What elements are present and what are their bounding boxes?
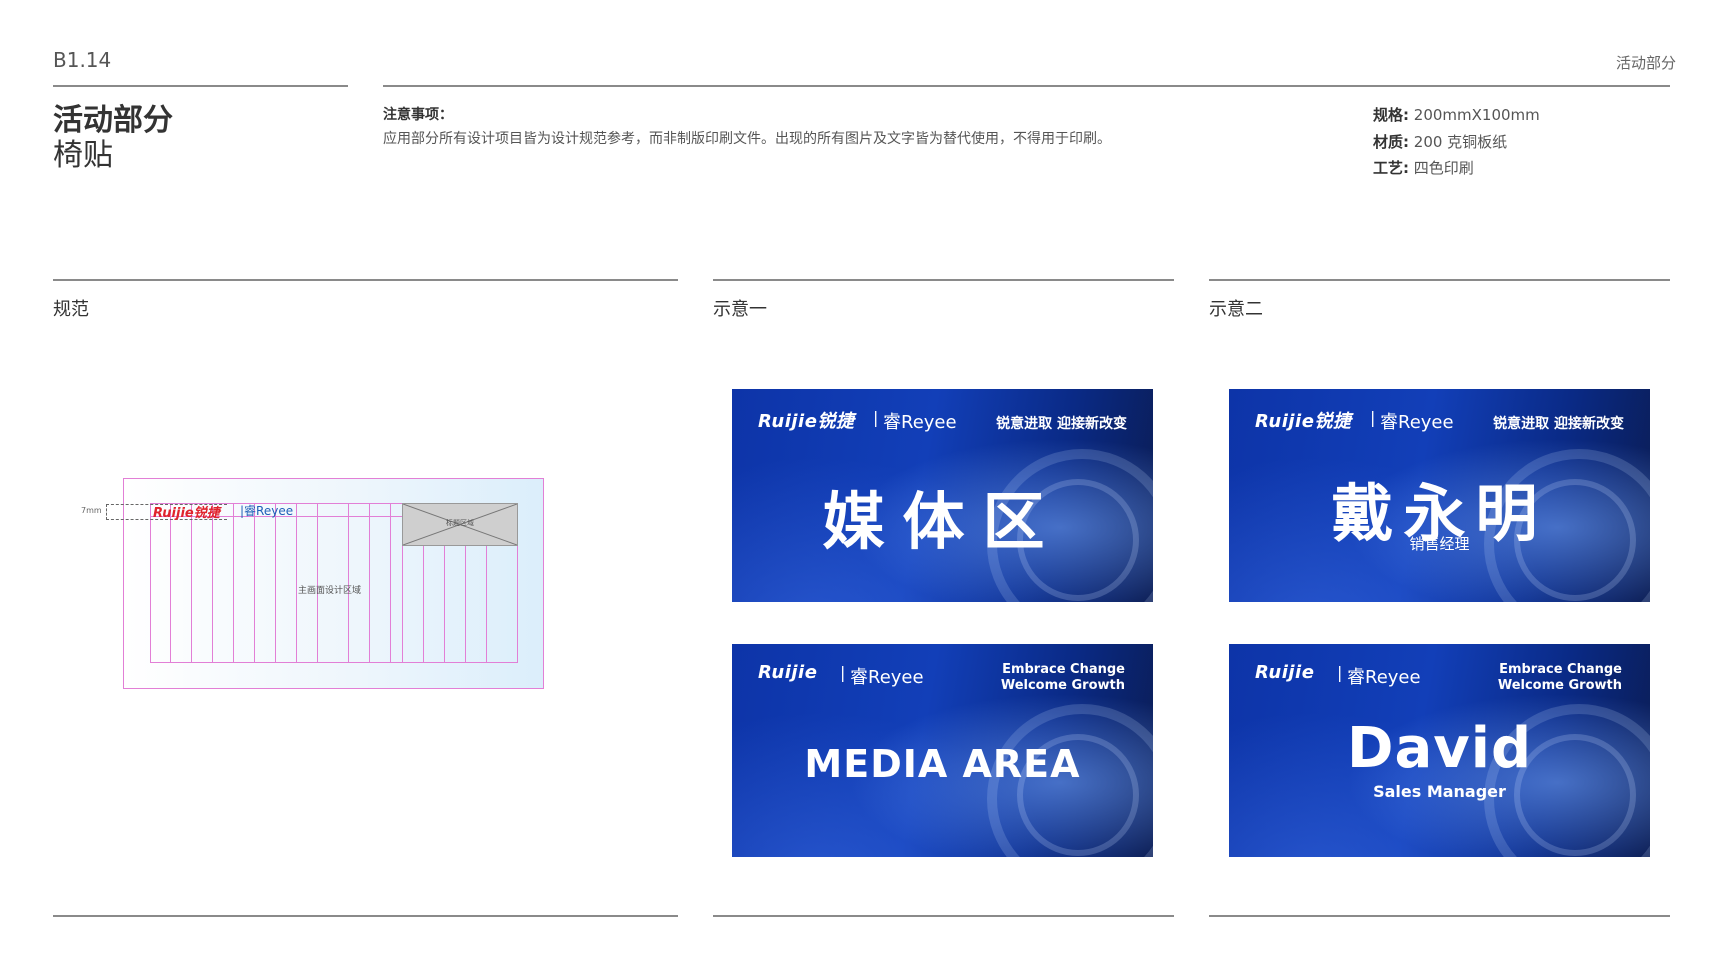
divider-col-spec [53, 279, 678, 281]
spec-column-guide [191, 503, 192, 663]
sign-tagline: Embrace Change Welcome Growth [1498, 662, 1622, 694]
divider-col-example2 [1209, 279, 1670, 281]
spec-title-area-label: 标题区域 [446, 519, 474, 527]
spec-column-guide [296, 503, 297, 663]
sign-tagline-line1: Embrace Change [1002, 662, 1125, 677]
spec-column-guide [170, 503, 171, 663]
spec-size-label: 规格: [1373, 106, 1409, 124]
divider-bottom-example2 [1209, 915, 1670, 917]
brand-logo-ruijie: Ruijie锐捷 [758, 411, 855, 432]
divider-top-right [383, 85, 1670, 87]
divider-bottom-spec [53, 915, 678, 917]
sign-media-area-en: Ruijie | 睿Reyee Embrace Change Welcome G… [732, 644, 1153, 857]
sign-subtitle: 销售经理 [1409, 535, 1470, 553]
column-title-example2: 示意二 [1209, 299, 1263, 320]
brand-logo-ruijie: Ruijie [1255, 662, 1315, 683]
sign-tagline: Embrace Change Welcome Growth [1001, 662, 1125, 694]
sign-tagline-line2: Welcome Growth [1000, 678, 1125, 693]
spec-material: 材质: 200 克铜板纸 [1373, 131, 1507, 152]
spec-column-guide [369, 503, 370, 663]
page-title: 活动部分 [53, 103, 173, 138]
sign-name-cn: Ruijie锐捷 | 睿Reyee 锐意进取 迎接新改变 戴永明 销售经理 [1229, 389, 1650, 602]
brand-logo-ruijie: Ruijie锐捷 [1255, 411, 1352, 432]
brand-logo-reyee: 睿Reyee [850, 667, 924, 688]
spec-process-value: 四色印刷 [1413, 159, 1474, 177]
brand-separator: | [1337, 663, 1343, 682]
page-subtitle: 椅贴 [53, 138, 113, 173]
sign-tagline-line1: Embrace Change [1499, 662, 1622, 677]
sign-media-area-cn: Ruijie锐捷 | 睿Reyee 锐意进取 迎接新改变 媒体区 [732, 389, 1153, 602]
divider-col-example1 [713, 279, 1174, 281]
brand-logo-ruijie: Ruijie [758, 662, 818, 683]
sign-name-en: Ruijie | 睿Reyee Embrace Change Welcome G… [1229, 644, 1650, 857]
spec-size-value: 200mmX100mm [1413, 106, 1540, 124]
brand-logo-reyee: 睿Reyee [883, 412, 957, 433]
column-title-spec: 规范 [53, 299, 89, 320]
column-title-example1: 示意一 [713, 299, 767, 320]
sign-tagline-line2: Welcome Growth [1497, 678, 1622, 693]
spec-main-area-label: 主画面设计区域 [298, 586, 362, 596]
brand-logo-reyee: 睿Reyee [1347, 667, 1421, 688]
page-code: B1.14 [53, 48, 112, 72]
spec-title-area: 标题区域 [402, 503, 518, 546]
spec-column-guide [212, 503, 213, 663]
spec-logo-ruijie: Ruijie锐捷 [153, 506, 220, 521]
notice-text: 应用部分所有设计项目皆为设计规范参考，而非制版印刷文件。出现的所有图片及文字皆为… [383, 131, 1111, 147]
spec-column-guide [275, 503, 276, 663]
notice-label: 注意事项： [383, 107, 453, 123]
spec-process: 工艺: 四色印刷 [1373, 157, 1474, 178]
spec-process-label: 工艺: [1373, 159, 1409, 177]
spec-column-guide [254, 503, 255, 663]
divider-bottom-example1 [713, 915, 1174, 917]
spec-logo-reyee: |睿Reyee [240, 504, 294, 518]
sign-tagline: 锐意进取 迎接新改变 [996, 416, 1127, 432]
sign-tagline: 锐意进取 迎接新改变 [1493, 416, 1624, 432]
spec-size: 规格: 200mmX100mm [1373, 104, 1540, 125]
brand-separator: | [1370, 408, 1376, 427]
brand-separator: | [840, 663, 846, 682]
brand-separator: | [873, 408, 879, 427]
sign-main-text: MEDIA AREA [804, 742, 1081, 786]
spec-material-label: 材质: [1373, 133, 1409, 151]
sign-main-text: 媒体区 [822, 485, 1063, 558]
divider-top-left [53, 85, 348, 87]
section-label: 活动部分 [1615, 54, 1676, 72]
sign-main-text: David [1346, 716, 1533, 781]
sign-subtitle: Sales Manager [1373, 782, 1506, 801]
brand-logo-reyee: 睿Reyee [1380, 412, 1454, 433]
spec-margin-label: 7mm [81, 506, 102, 515]
spec-column-guide [390, 503, 391, 663]
spec-column-guide [233, 503, 234, 663]
spec-material-value: 200 克铜板纸 [1413, 133, 1508, 151]
